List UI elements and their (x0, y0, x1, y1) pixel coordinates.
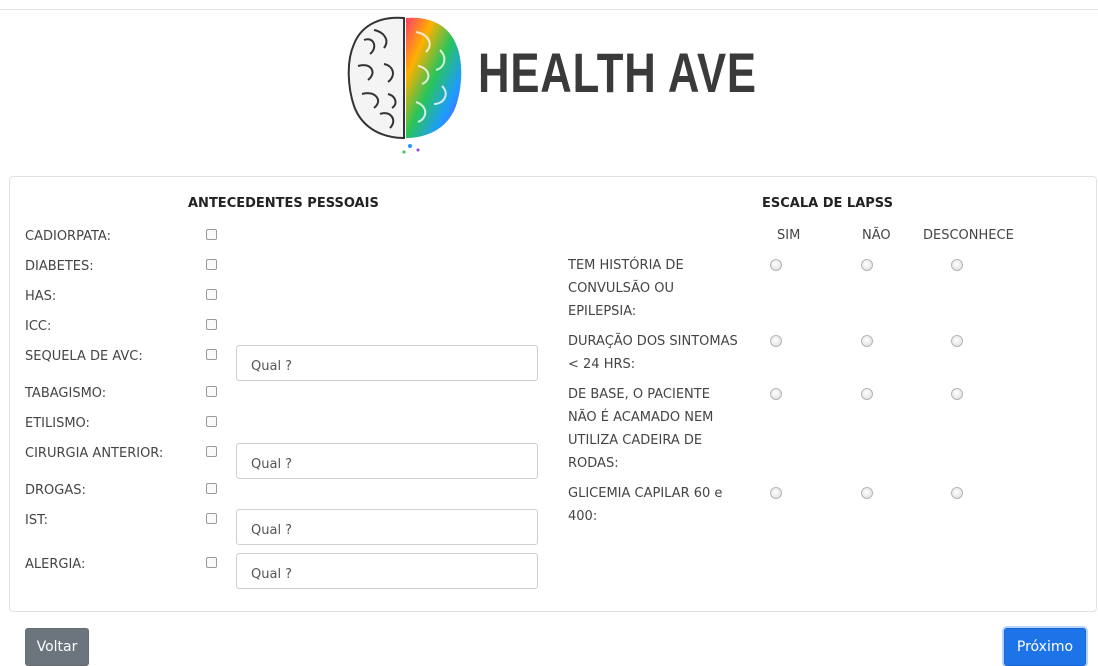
checkbox-has[interactable] (206, 289, 217, 300)
back-button[interactable]: Voltar (25, 628, 89, 666)
label-cirurgia-anterior: CIRURGIA ANTERIOR: (25, 446, 164, 461)
label-cadiorpata: CADIORPATA: (25, 229, 111, 244)
radio-duracao-sim[interactable] (770, 335, 782, 347)
section-title-lapss: ESCALA DE LAPSS (762, 196, 893, 211)
brain-logo-icon (347, 16, 462, 154)
checkbox-diabetes[interactable] (206, 259, 217, 270)
label-etilismo: ETILISMO: (25, 416, 90, 431)
checkbox-cadiorpata[interactable] (206, 229, 217, 240)
label-diabetes: DIABETES: (25, 259, 94, 274)
label-has: HAS: (25, 289, 57, 304)
radio-convulsao-nao[interactable] (861, 259, 873, 271)
column-sim: SIM (777, 228, 801, 243)
checkbox-alergia[interactable] (206, 557, 217, 568)
radio-acamado-sim[interactable] (770, 388, 782, 400)
checkbox-drogas[interactable] (206, 483, 217, 494)
question-glicemia: GLICEMIA CAPILAR 60 e 400: (568, 486, 723, 524)
radio-glicemia-sim[interactable] (770, 487, 782, 499)
checkbox-tabagismo[interactable] (206, 386, 217, 397)
checkbox-etilismo[interactable] (206, 416, 217, 427)
next-button[interactable]: Próximo (1004, 628, 1086, 666)
question-convulsao: TEM HISTÓRIA DE CONVULSÃO OU EPILEPSIA: (568, 258, 684, 319)
radio-convulsao-sim[interactable] (770, 259, 782, 271)
label-sequela-avc: SEQUELA DE AVC: (25, 349, 143, 364)
brand-name: HEALTH AVE (478, 41, 757, 104)
radio-glicemia-desconhece[interactable] (951, 487, 963, 499)
radio-glicemia-nao[interactable] (861, 487, 873, 499)
input-sequela-avc-qual[interactable] (236, 345, 538, 381)
label-drogas: DROGAS: (25, 483, 86, 498)
brand-logo: HEALTH AVE (344, 10, 764, 155)
input-alergia-qual[interactable] (236, 553, 538, 589)
checkbox-icc[interactable] (206, 319, 217, 330)
input-cirurgia-anterior-qual[interactable] (236, 443, 538, 479)
radio-duracao-nao[interactable] (861, 335, 873, 347)
checkbox-ist[interactable] (206, 513, 217, 524)
question-duracao: DURAÇÃO DOS SINTOMAS < 24 HRS: (568, 334, 738, 372)
label-tabagismo: TABAGISMO: (25, 386, 107, 401)
column-nao: NÃO (862, 228, 891, 243)
radio-convulsao-desconhece[interactable] (951, 259, 963, 271)
radio-acamado-desconhece[interactable] (951, 388, 963, 400)
section-title-antecedentes: ANTECEDENTES PESSOAIS (188, 196, 379, 211)
input-ist-qual[interactable] (236, 509, 538, 545)
question-acamado: DE BASE, O PACIENTE NÃO É ACAMADO NEM UT… (568, 387, 714, 471)
label-alergia: ALERGIA: (25, 557, 86, 572)
checkbox-cirurgia-anterior[interactable] (206, 446, 217, 457)
radio-duracao-desconhece[interactable] (951, 335, 963, 347)
label-ist: IST: (25, 513, 48, 528)
label-icc: ICC: (25, 319, 52, 334)
column-desconhece: DESCONHECE (923, 228, 1014, 243)
checkbox-sequela-avc[interactable] (206, 349, 217, 360)
radio-acamado-nao[interactable] (861, 388, 873, 400)
